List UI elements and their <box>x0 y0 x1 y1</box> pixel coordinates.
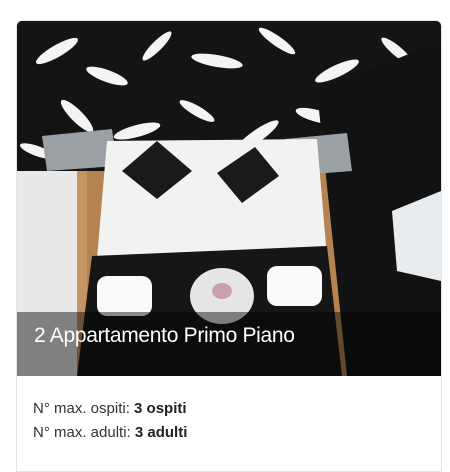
detail-label: N° max. ospiti: <box>33 400 130 417</box>
room-details: N° max. ospiti: 3 ospiti N° max. adulti:… <box>33 397 187 445</box>
room-title[interactable]: 2 Appartamento Primo Piano <box>34 324 295 348</box>
detail-value: 3 adulti <box>134 424 188 441</box>
room-card[interactable]: 2 Appartamento Primo Piano N° max. ospit… <box>16 20 442 472</box>
detail-label: N° max. adulti: <box>33 424 131 441</box>
detail-max-guests: N° max. ospiti: 3 ospiti <box>33 397 187 421</box>
detail-max-adults: N° max. adulti: 3 adulti <box>33 421 187 445</box>
detail-value: 3 ospiti <box>134 400 187 417</box>
